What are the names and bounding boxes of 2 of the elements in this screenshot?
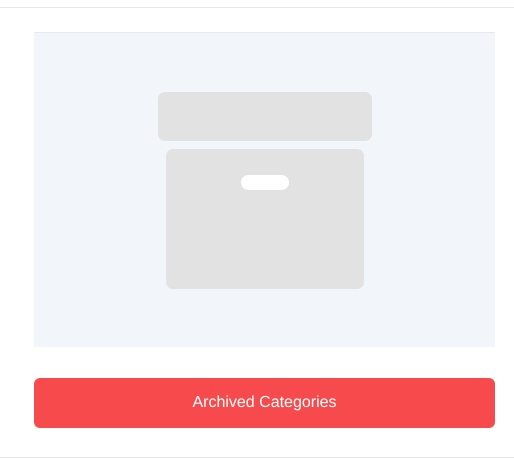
archive-box-icon bbox=[158, 92, 372, 288]
archived-categories-button[interactable]: Archived Categories bbox=[34, 378, 495, 428]
